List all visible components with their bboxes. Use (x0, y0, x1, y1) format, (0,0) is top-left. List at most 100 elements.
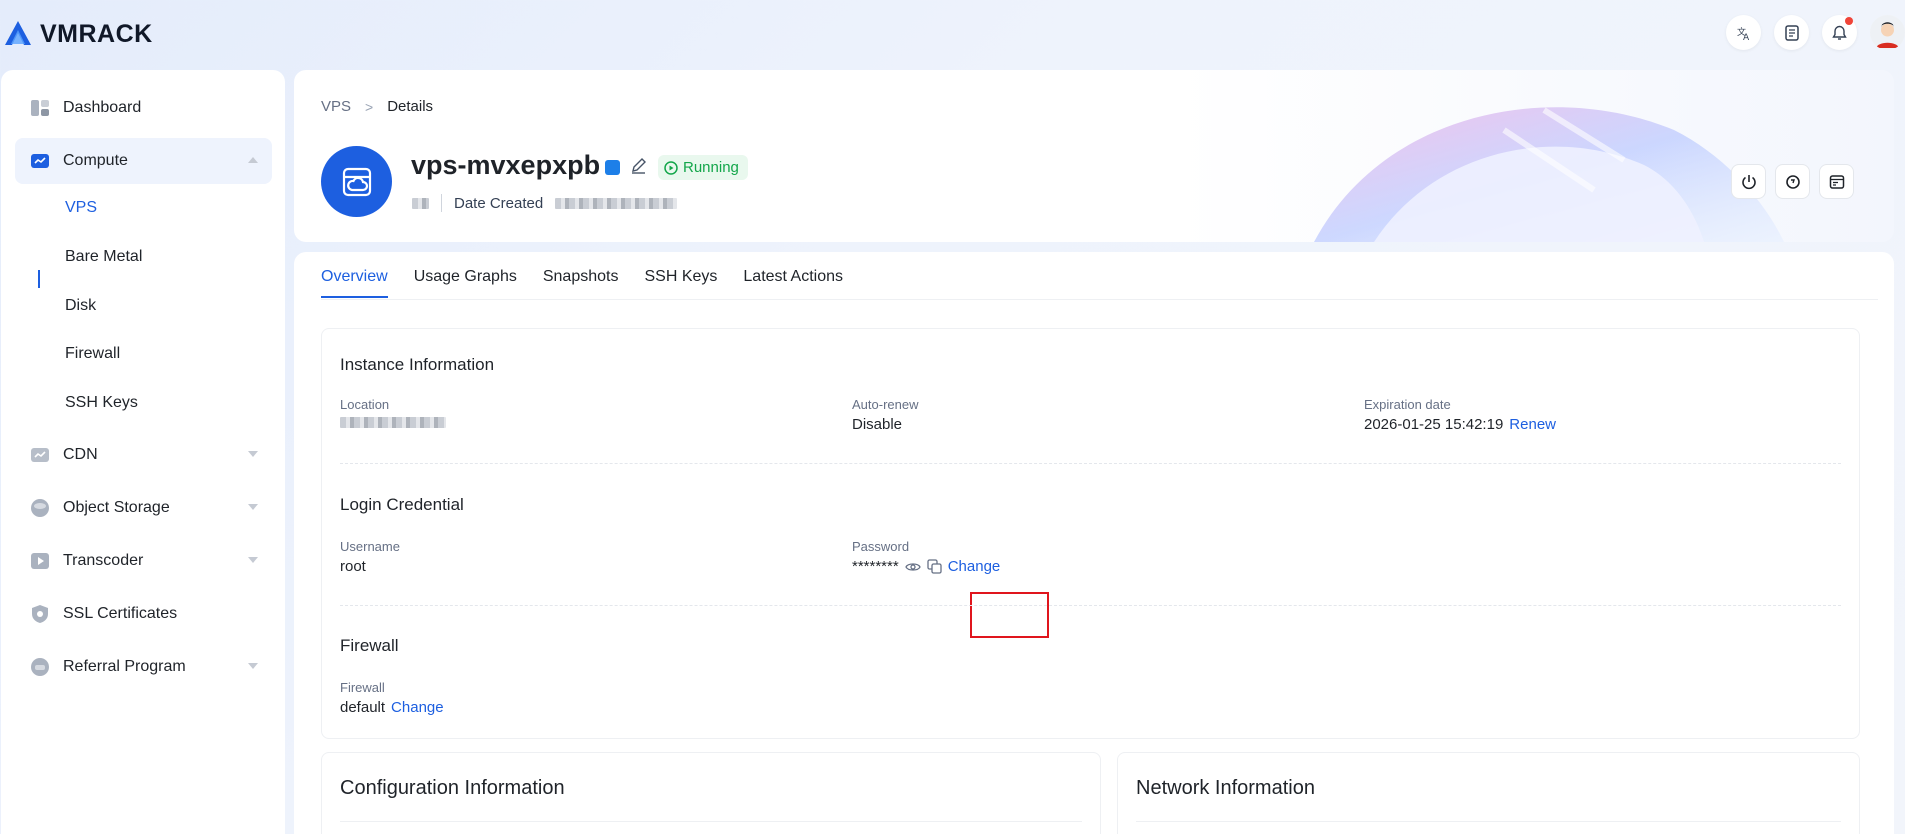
dashboard-icon (31, 100, 49, 116)
vmrack-logo-icon (5, 21, 31, 45)
sidebar-item-object-storage[interactable]: Object Storage (15, 485, 272, 531)
chevron-up-icon (248, 157, 258, 163)
location-label: Location (340, 397, 390, 412)
renew-link[interactable]: Renew (1509, 416, 1556, 433)
password-label: Password (852, 539, 910, 554)
sidebar-subitem-vps[interactable]: VPS (65, 199, 97, 217)
brand-logo[interactable]: VMRACK (2, 18, 153, 50)
auto-renew-value: Disable (852, 416, 903, 433)
sidebar-item-label: CDN (63, 446, 98, 463)
tab-usage-graphs[interactable]: Usage Graphs (414, 268, 517, 297)
change-password-link[interactable]: Change (948, 558, 1001, 575)
sidebar-subitem-bare-metal[interactable]: Bare Metal (65, 248, 142, 266)
firewall-value: default (340, 699, 386, 716)
object-storage-icon (31, 499, 49, 517)
chevron-down-icon (248, 663, 258, 669)
copy-icon[interactable] (927, 559, 942, 574)
sidebar-item-label: SSL Certificates (63, 605, 178, 622)
sidebar: Dashboard Compute VPS Bare Metal Disk Fi… (1, 70, 285, 834)
username-value: root (340, 558, 366, 575)
vps-avatar (321, 146, 392, 217)
firewall-row: default Change (340, 699, 444, 716)
sidebar-item-ssl-certificates[interactable]: SSL Certificates (15, 591, 272, 637)
referral-icon (31, 658, 49, 676)
sidebar-item-cdn[interactable]: CDN (15, 432, 272, 478)
sidebar-subitem-disk[interactable]: Disk (65, 297, 96, 315)
status-badge: Running (658, 155, 748, 180)
change-password-highlight (970, 592, 1049, 638)
chevron-down-icon (248, 504, 258, 510)
login-credential-title: Login Credential (340, 495, 464, 514)
configuration-panel: Configuration Information (321, 752, 1101, 834)
vps-actions (1731, 164, 1854, 199)
overview-panel: Instance Information Location Auto-renew… (321, 328, 1860, 739)
eye-icon[interactable] (904, 561, 921, 573)
document-icon (1784, 24, 1799, 41)
password-row: ******** Change (852, 558, 1000, 575)
notifications-button[interactable] (1822, 15, 1857, 50)
vps-cloud-icon (342, 167, 371, 196)
network-title: Network Information (1136, 777, 1315, 799)
panel-divider (1136, 821, 1841, 822)
tab-snapshots[interactable]: Snapshots (543, 268, 619, 297)
vps-detail-card: Overview Usage Graphs Snapshots SSH Keys… (294, 252, 1894, 834)
expiration-value: 2026-01-25 15:42:19 (1364, 416, 1504, 433)
auto-renew-label: Auto-renew (852, 397, 919, 412)
play-circle-icon (664, 160, 678, 175)
sidebar-item-label: Dashboard (63, 99, 142, 116)
edit-icon[interactable] (630, 157, 647, 174)
translate-button[interactable]: 文A (1726, 15, 1761, 50)
configuration-title: Configuration Information (340, 777, 565, 799)
breadcrumb-separator: > (365, 98, 374, 115)
active-indicator (38, 270, 40, 288)
transcoder-icon (31, 553, 49, 569)
instance-info-title: Instance Information (340, 355, 495, 374)
user-avatar[interactable] (1870, 15, 1905, 50)
breadcrumb-current: Details (387, 98, 434, 115)
sidebar-item-dashboard[interactable]: Dashboard (15, 85, 272, 131)
top-bar: VMRACK 文A (0, 0, 1905, 70)
cdn-icon (31, 448, 49, 462)
vps-name: vps-mvxepxpb (411, 150, 601, 180)
redacted-location (340, 417, 446, 428)
translate-icon: 文A (1737, 26, 1750, 41)
date-created-label: Date Created (454, 194, 544, 212)
power-icon (1741, 174, 1756, 189)
vps-badge-icon (605, 160, 620, 175)
console-icon (1829, 174, 1844, 189)
sidebar-item-label: Object Storage (63, 499, 170, 516)
documents-button[interactable] (1774, 15, 1809, 50)
breadcrumb: VPS > Details (321, 98, 433, 115)
tab-latest-actions[interactable]: Latest Actions (743, 268, 843, 297)
sidebar-item-label: Transcoder (63, 552, 144, 569)
divider (441, 194, 442, 212)
svg-text:A: A (1743, 33, 1750, 41)
ssl-icon (32, 605, 48, 623)
sidebar-item-label: Compute (63, 152, 128, 169)
power-button[interactable] (1731, 164, 1766, 199)
change-firewall-link[interactable]: Change (391, 699, 444, 716)
redacted-region (412, 197, 429, 209)
location-value (340, 417, 446, 428)
firewall-label: Firewall (340, 680, 385, 695)
breadcrumb-vps-link[interactable]: VPS (321, 98, 351, 115)
username-label: Username (340, 539, 400, 554)
tab-overview[interactable]: Overview (321, 268, 388, 298)
section-divider (340, 463, 1841, 464)
compute-icon (31, 154, 49, 168)
sidebar-subitem-ssh-keys[interactable]: SSH Keys (65, 394, 138, 412)
sidebar-item-label: Referral Program (63, 658, 186, 675)
brand-name: VMRACK (40, 19, 153, 48)
password-value: ******** (852, 558, 899, 575)
sidebar-item-compute[interactable]: Compute (15, 138, 272, 184)
sidebar-item-transcoder[interactable]: Transcoder (15, 538, 272, 584)
sidebar-subitem-firewall[interactable]: Firewall (65, 345, 120, 363)
restart-icon (1785, 174, 1800, 189)
chevron-down-icon (248, 557, 258, 563)
restart-button[interactable] (1775, 164, 1810, 199)
tab-ssh-keys[interactable]: SSH Keys (644, 268, 717, 297)
console-button[interactable] (1819, 164, 1854, 199)
chevron-down-icon (248, 451, 258, 457)
sidebar-item-referral-program[interactable]: Referral Program (15, 644, 272, 690)
avatar-icon (1870, 15, 1905, 50)
